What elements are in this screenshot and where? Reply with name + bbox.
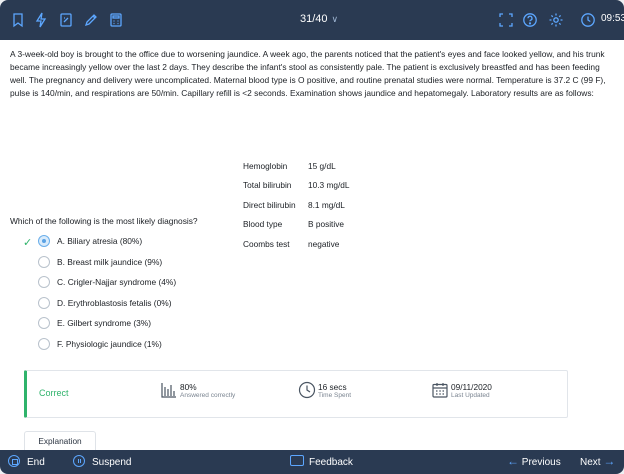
arrow-right-icon: → [603,454,616,468]
date-caption: Last Updated [451,392,490,399]
question-panel: A 3-week-old boy is brought to the offic… [0,40,624,450]
bar-chart-icon [160,381,178,399]
help-icon[interactable] [522,12,538,28]
settings-icon[interactable] [548,12,564,28]
question-counter[interactable]: 31/40 ∨ [300,13,338,25]
fullscreen-icon[interactable] [498,12,514,28]
end-icon [8,455,20,467]
question-counter-text: 31/40 [300,13,328,25]
radio-button[interactable] [38,296,50,309]
explanation-tab[interactable]: Explanation [24,431,96,450]
bottom-toolbar: End Suspend Feedback ← Previous Next → [0,450,624,474]
lab-name: Total bilirubin [243,180,292,191]
option-label: D. Erythroblastosis fetalis (0%) [57,297,172,308]
clock-icon [298,381,316,399]
top-toolbar: 31/40 ∨ 09:53 [0,0,624,40]
arrow-left-icon: ← [507,454,519,468]
end-label: End [27,457,45,468]
answer-option-d[interactable]: D. Erythroblastosis fetalis (0%) [0,296,624,318]
answer-options: ✓ A. Biliary atresia (80%) B. Breast mil… [0,235,624,359]
result-status: Correct [39,388,69,398]
lab-name: Blood type [243,219,283,230]
previous-button[interactable]: ← Previous [507,455,561,469]
option-label: F. Physiologic jaundice (1%) [57,338,162,349]
time-caption: Time Spent [318,392,351,399]
next-button[interactable]: Next → [580,455,615,469]
radio-button[interactable] [38,337,50,350]
percent-value: 80% [180,382,197,392]
checkmark-icon: ✓ [23,237,33,249]
clock-icon [580,12,596,28]
notes-icon[interactable] [58,12,74,28]
highlighter-icon[interactable] [83,12,99,28]
feedback-icon [290,455,304,466]
feedback-label: Feedback [309,457,353,468]
suspend-button[interactable]: Suspend [73,455,131,469]
bookmark-icon[interactable] [10,12,26,28]
answer-option-b[interactable]: B. Breast milk jaundice (9%) [0,255,624,277]
calendar-icon [431,381,449,399]
option-label: C. Crigler-Najjar syndrome (4%) [57,277,177,288]
answer-option-c[interactable]: C. Crigler-Najjar syndrome (4%) [0,276,624,297]
previous-label: Previous [521,457,561,468]
lab-value: 15 g/dL [308,161,336,171]
answer-option-a[interactable]: ✓ A. Biliary atresia (80%) [0,235,624,256]
option-label: B. Breast milk jaundice (9%) [57,256,163,267]
radio-button[interactable] [38,235,50,247]
lab-name: Direct bilirubin [243,199,296,210]
result-card: Correct 80% Answered correctly 16 secs T… [24,370,568,418]
end-button[interactable]: End [8,455,45,469]
lab-value: B positive [308,219,344,230]
suspend-label: Suspend [92,457,132,468]
percent-caption: Answered correctly [180,392,236,399]
time-value: 16 secs [318,382,347,392]
question-prompt: Which of the following is the most likel… [10,216,198,226]
date-value: 09/11/2020 [451,382,492,392]
pause-icon [73,455,85,467]
timer-text: 09:53 [601,13,624,24]
lab-values-icon[interactable] [33,12,49,28]
radio-button[interactable] [38,317,50,330]
radio-button[interactable] [38,255,50,268]
calculator-icon[interactable] [108,12,124,28]
option-label: A. Biliary atresia (80%) [57,236,143,246]
next-label: Next [580,457,601,468]
lab-value: 8.1 mg/dL [308,199,345,210]
answer-option-e[interactable]: E. Gilbert syndrome (3%) [0,317,624,338]
feedback-button[interactable]: Feedback [290,455,353,469]
question-stem: A 3-week-old boy is brought to the offic… [10,49,606,99]
chevron-down-icon: ∨ [331,14,339,24]
lab-name: Hemoglobin [243,161,288,171]
lab-value: 10.3 mg/dL [308,180,350,191]
radio-button[interactable] [38,276,50,289]
option-label: E. Gilbert syndrome (3%) [57,318,152,329]
answer-option-f[interactable]: F. Physiologic jaundice (1%) [0,337,624,359]
